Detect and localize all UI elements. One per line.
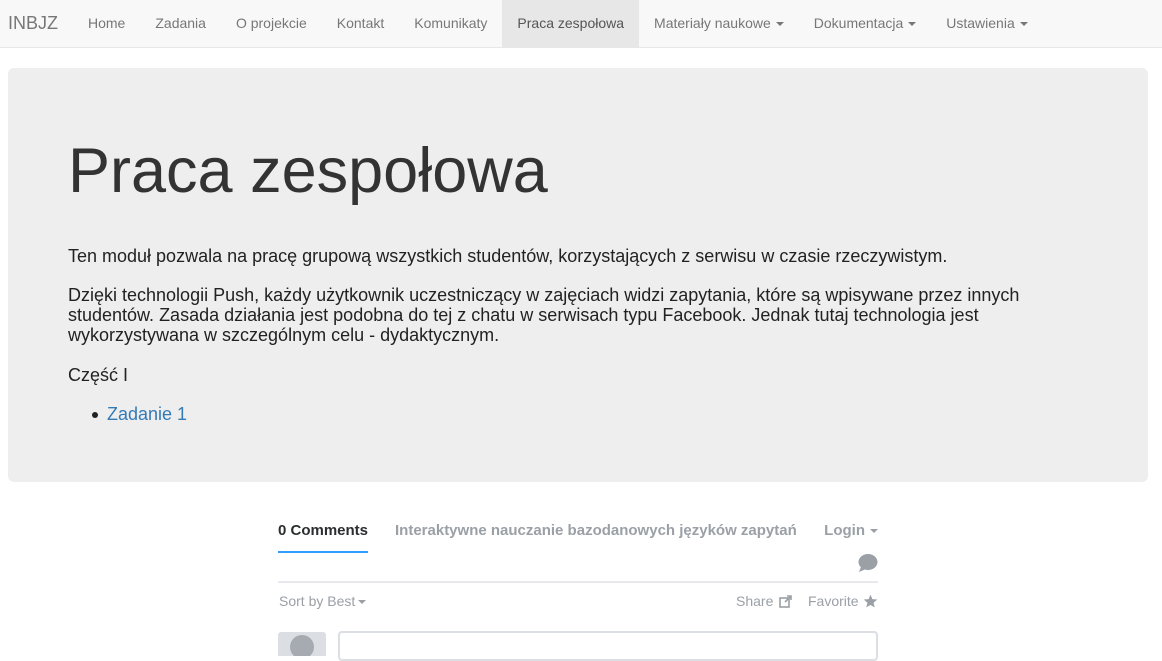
nav-item-praca-zespolowa[interactable]: Praca zespołowa — [502, 0, 640, 47]
navbar: INBJZ Home Zadania O projekcie Kontakt K… — [0, 0, 1162, 48]
nav-dropdown-dokumentacja[interactable]: Dokumentacja — [799, 0, 932, 47]
share-button[interactable]: Share — [736, 593, 793, 609]
share-icon — [779, 594, 793, 608]
avatar-icon — [278, 632, 326, 656]
nav-item-label: Home — [88, 15, 126, 31]
comments-count-tab[interactable]: 0 Comments — [278, 522, 369, 553]
nav-item-kontakt[interactable]: Kontakt — [322, 0, 399, 47]
navbar-menu: Home Zadania O projekcie Kontakt Komunik… — [73, 0, 1043, 47]
nav-item-o-projekcie[interactable]: O projekcie — [221, 0, 322, 47]
sort-label: Sort by Best — [279, 593, 356, 609]
nav-item-label: Kontakt — [336, 15, 385, 31]
list-item: Zadanie 1 — [68, 402, 187, 426]
nav-item-label: Praca zespołowa — [517, 15, 625, 31]
favorite-label: Favorite — [808, 593, 859, 609]
comments-header: 0 Comments Interaktywne nauczanie bazoda… — [278, 514, 878, 583]
star-icon — [863, 594, 878, 608]
favorite-button[interactable]: Favorite — [808, 593, 878, 609]
caret-down-icon — [358, 600, 367, 605]
share-label: Share — [736, 593, 774, 609]
nav-item-label: O projekcie — [235, 15, 307, 31]
task-list: Zadanie 1 — [68, 402, 187, 426]
section-label: Część I — [68, 365, 129, 385]
nav-dropdown-ustawienia[interactable]: Ustawienia — [931, 0, 1042, 47]
comments-section: 0 Comments Interaktywne nauczanie bazoda… — [278, 514, 878, 661]
nav-item-label: Zadania — [155, 15, 206, 31]
caret-down-icon — [870, 529, 878, 534]
nav-item-label: Komunikaty — [414, 15, 488, 31]
caret-down-icon — [908, 21, 917, 26]
login-label: Login — [824, 522, 865, 539]
nav-item-label: Materiały naukowe — [654, 15, 771, 31]
intro-paragraph: Ten moduł pozwala na pracę grupową wszys… — [68, 246, 948, 266]
community-tab[interactable]: Interaktywne nauczanie bazodanowych języ… — [395, 522, 797, 539]
sort-dropdown[interactable]: Sort by Best — [279, 593, 367, 609]
nav-dropdown-materialy-naukowe[interactable]: Materiały naukowe — [639, 0, 799, 47]
speech-bubble-icon[interactable] — [858, 554, 878, 572]
caret-down-icon — [1019, 21, 1028, 26]
caret-down-icon — [775, 21, 784, 26]
avatar-head — [290, 635, 314, 656]
nav-item-zadania[interactable]: Zadania — [140, 0, 221, 47]
nav-item-komunikaty[interactable]: Komunikaty — [399, 0, 502, 47]
nav-item-home[interactable]: Home — [73, 0, 140, 47]
description-paragraph: Dzięki technologii Push, każdy użytkowni… — [68, 285, 1020, 345]
login-dropdown[interactable]: Login — [824, 522, 878, 539]
nav-item-label: Ustawienia — [946, 15, 1015, 31]
jumbotron: Praca zespołowa Ten moduł pozwala na pra… — [8, 68, 1148, 482]
comment-input[interactable] — [338, 631, 878, 661]
navbar-brand[interactable]: INBJZ — [8, 0, 58, 47]
page-title: Praca zespołowa — [68, 136, 548, 206]
task-link[interactable]: Zadanie 1 — [107, 404, 187, 424]
nav-item-label: Dokumentacja — [813, 15, 904, 31]
